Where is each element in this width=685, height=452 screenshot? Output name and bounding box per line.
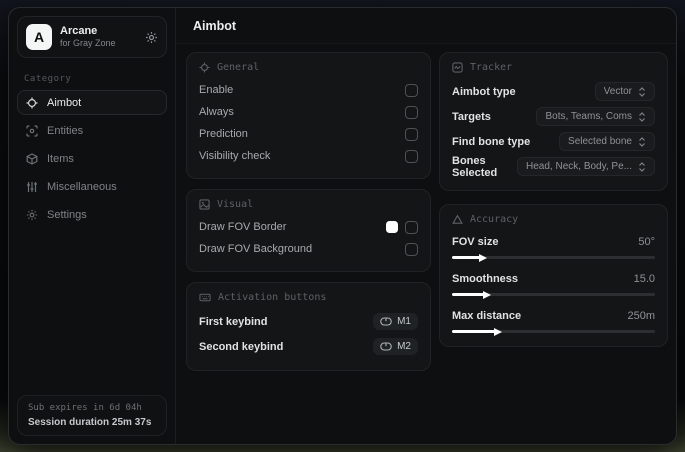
slider-row: Smoothness 15.0 [452,268,655,299]
second-keybind-button[interactable]: M2 [373,338,418,355]
section-title: General [217,62,260,73]
fov-border-color-swatch[interactable] [386,221,398,233]
setting-row: Aimbot type Vector [452,79,655,104]
image-icon [199,199,210,210]
page-header: Aimbot [176,8,676,44]
prediction-checkbox[interactable] [405,127,418,141]
setting-row: Always [199,101,418,123]
find-bone-type-dropdown[interactable]: Selected bone [559,132,655,151]
sliders-icon [26,181,38,193]
sidebar-item-miscellaneous[interactable]: Miscellaneous [17,174,167,199]
setting-row: Second keybind M2 [199,334,418,359]
fov-size-slider[interactable] [452,253,655,262]
bones-selected-dropdown[interactable]: Head, Neck, Body, Pe... [517,157,655,176]
triangle-icon [452,214,463,225]
activity-frame-icon [452,62,463,73]
general-card: General Enable Always Prediction Visibil… [186,52,431,179]
menu-window: A Arcane for Gray Zone Category Aimbot E… [8,7,677,445]
visibility-check-checkbox[interactable] [405,149,418,163]
sidebar: A Arcane for Gray Zone Category Aimbot E… [9,8,176,444]
chevrons-up-down-icon [638,86,646,97]
slider-row: Max distance 250m [452,305,655,336]
setting-row: Draw FOV Background [199,238,418,260]
mouse-icon [380,342,392,351]
smoothness-slider[interactable] [452,290,655,299]
aimbot-type-dropdown[interactable]: Vector [594,82,655,101]
app-logo: A [26,24,52,50]
page-title: Aimbot [193,18,237,33]
setting-row: Visibility check [199,145,418,167]
slider-row: FOV size 50° [452,231,655,262]
slider-fill[interactable] [452,290,493,299]
keyboard-icon [199,292,211,303]
always-checkbox[interactable] [405,105,418,119]
section-title: Visual [217,199,254,210]
sidebar-item-settings[interactable]: Settings [17,202,167,227]
sidebar-item-label: Miscellaneous [47,180,117,193]
setting-row: Find bone type Selected bone [452,129,655,154]
section-title: Accuracy [470,214,519,225]
chevrons-up-down-icon [638,161,646,172]
crosshair-icon [26,97,38,109]
crosshair-icon [199,62,210,73]
gear-icon [26,209,38,221]
setting-row: Targets Bots, Teams, Coms [452,104,655,129]
fov-size-value: 50° [638,235,655,248]
sidebar-item-label: Settings [47,208,87,221]
sidebar-item-entities[interactable]: Entities [17,118,167,143]
entities-icon [26,124,38,137]
sidebar-item-label: Entities [47,124,84,137]
visual-card: Visual Draw FOV Border Draw FOV Backgrou… [186,189,431,272]
first-keybind-button[interactable]: M1 [373,313,418,330]
game-background: { "sidebar": { "logo_letter": "A", "app_… [0,0,685,452]
main-panel: Aimbot General Enable Always Prediction … [176,8,676,444]
section-title: Activation buttons [218,292,327,303]
session-duration-text: Session duration 25m 37s [28,417,152,428]
sidebar-item-label: Items [47,152,74,165]
activation-buttons-card: Activation buttons First keybind M1 Seco… [186,282,431,371]
slider-fill[interactable] [452,253,488,262]
slider-fill[interactable] [452,327,502,336]
setting-row: Draw FOV Border [199,216,418,238]
setting-row: Enable [199,79,418,101]
app-title: Arcane [60,24,98,37]
setting-row: First keybind M1 [199,309,418,334]
category-label: Category [24,74,72,84]
targets-dropdown[interactable]: Bots, Teams, Coms [536,107,655,126]
setting-row: Bones Selected Head, Neck, Body, Pe... [452,154,655,179]
max-distance-value: 250m [627,309,655,322]
sidebar-item-label: Aimbot [47,96,82,109]
tracker-card: Tracker Aimbot type Vector Targets Bots,… [439,52,668,191]
sidebar-item-items[interactable]: Items [17,146,167,171]
max-distance-slider[interactable] [452,327,655,336]
enable-checkbox[interactable] [405,83,418,97]
sidebar-item-aimbot[interactable]: Aimbot [17,90,167,115]
mouse-icon [380,317,392,326]
section-title: Tracker [470,62,513,73]
setting-row: Prediction [199,123,418,145]
app-subtitle: for Gray Zone [60,38,116,49]
accuracy-card: Accuracy FOV size 50° Smoothness 15.0 Ma… [439,204,668,347]
items-icon [26,152,38,165]
sub-expiry-text: Sub expires in 6d 04h [28,403,142,413]
subscription-card: Sub expires in 6d 04h Session duration 2… [17,395,167,436]
chevrons-up-down-icon [638,111,646,122]
smoothness-value: 15.0 [633,272,655,285]
gear-icon[interactable] [145,31,158,44]
draw-fov-border-checkbox[interactable] [405,220,418,234]
draw-fov-background-checkbox[interactable] [405,242,418,256]
chevrons-up-down-icon [638,136,646,147]
sidebar-nav: Aimbot Entities Items Miscellaneous Sett… [9,90,175,227]
app-header-card: A Arcane for Gray Zone [17,16,167,58]
